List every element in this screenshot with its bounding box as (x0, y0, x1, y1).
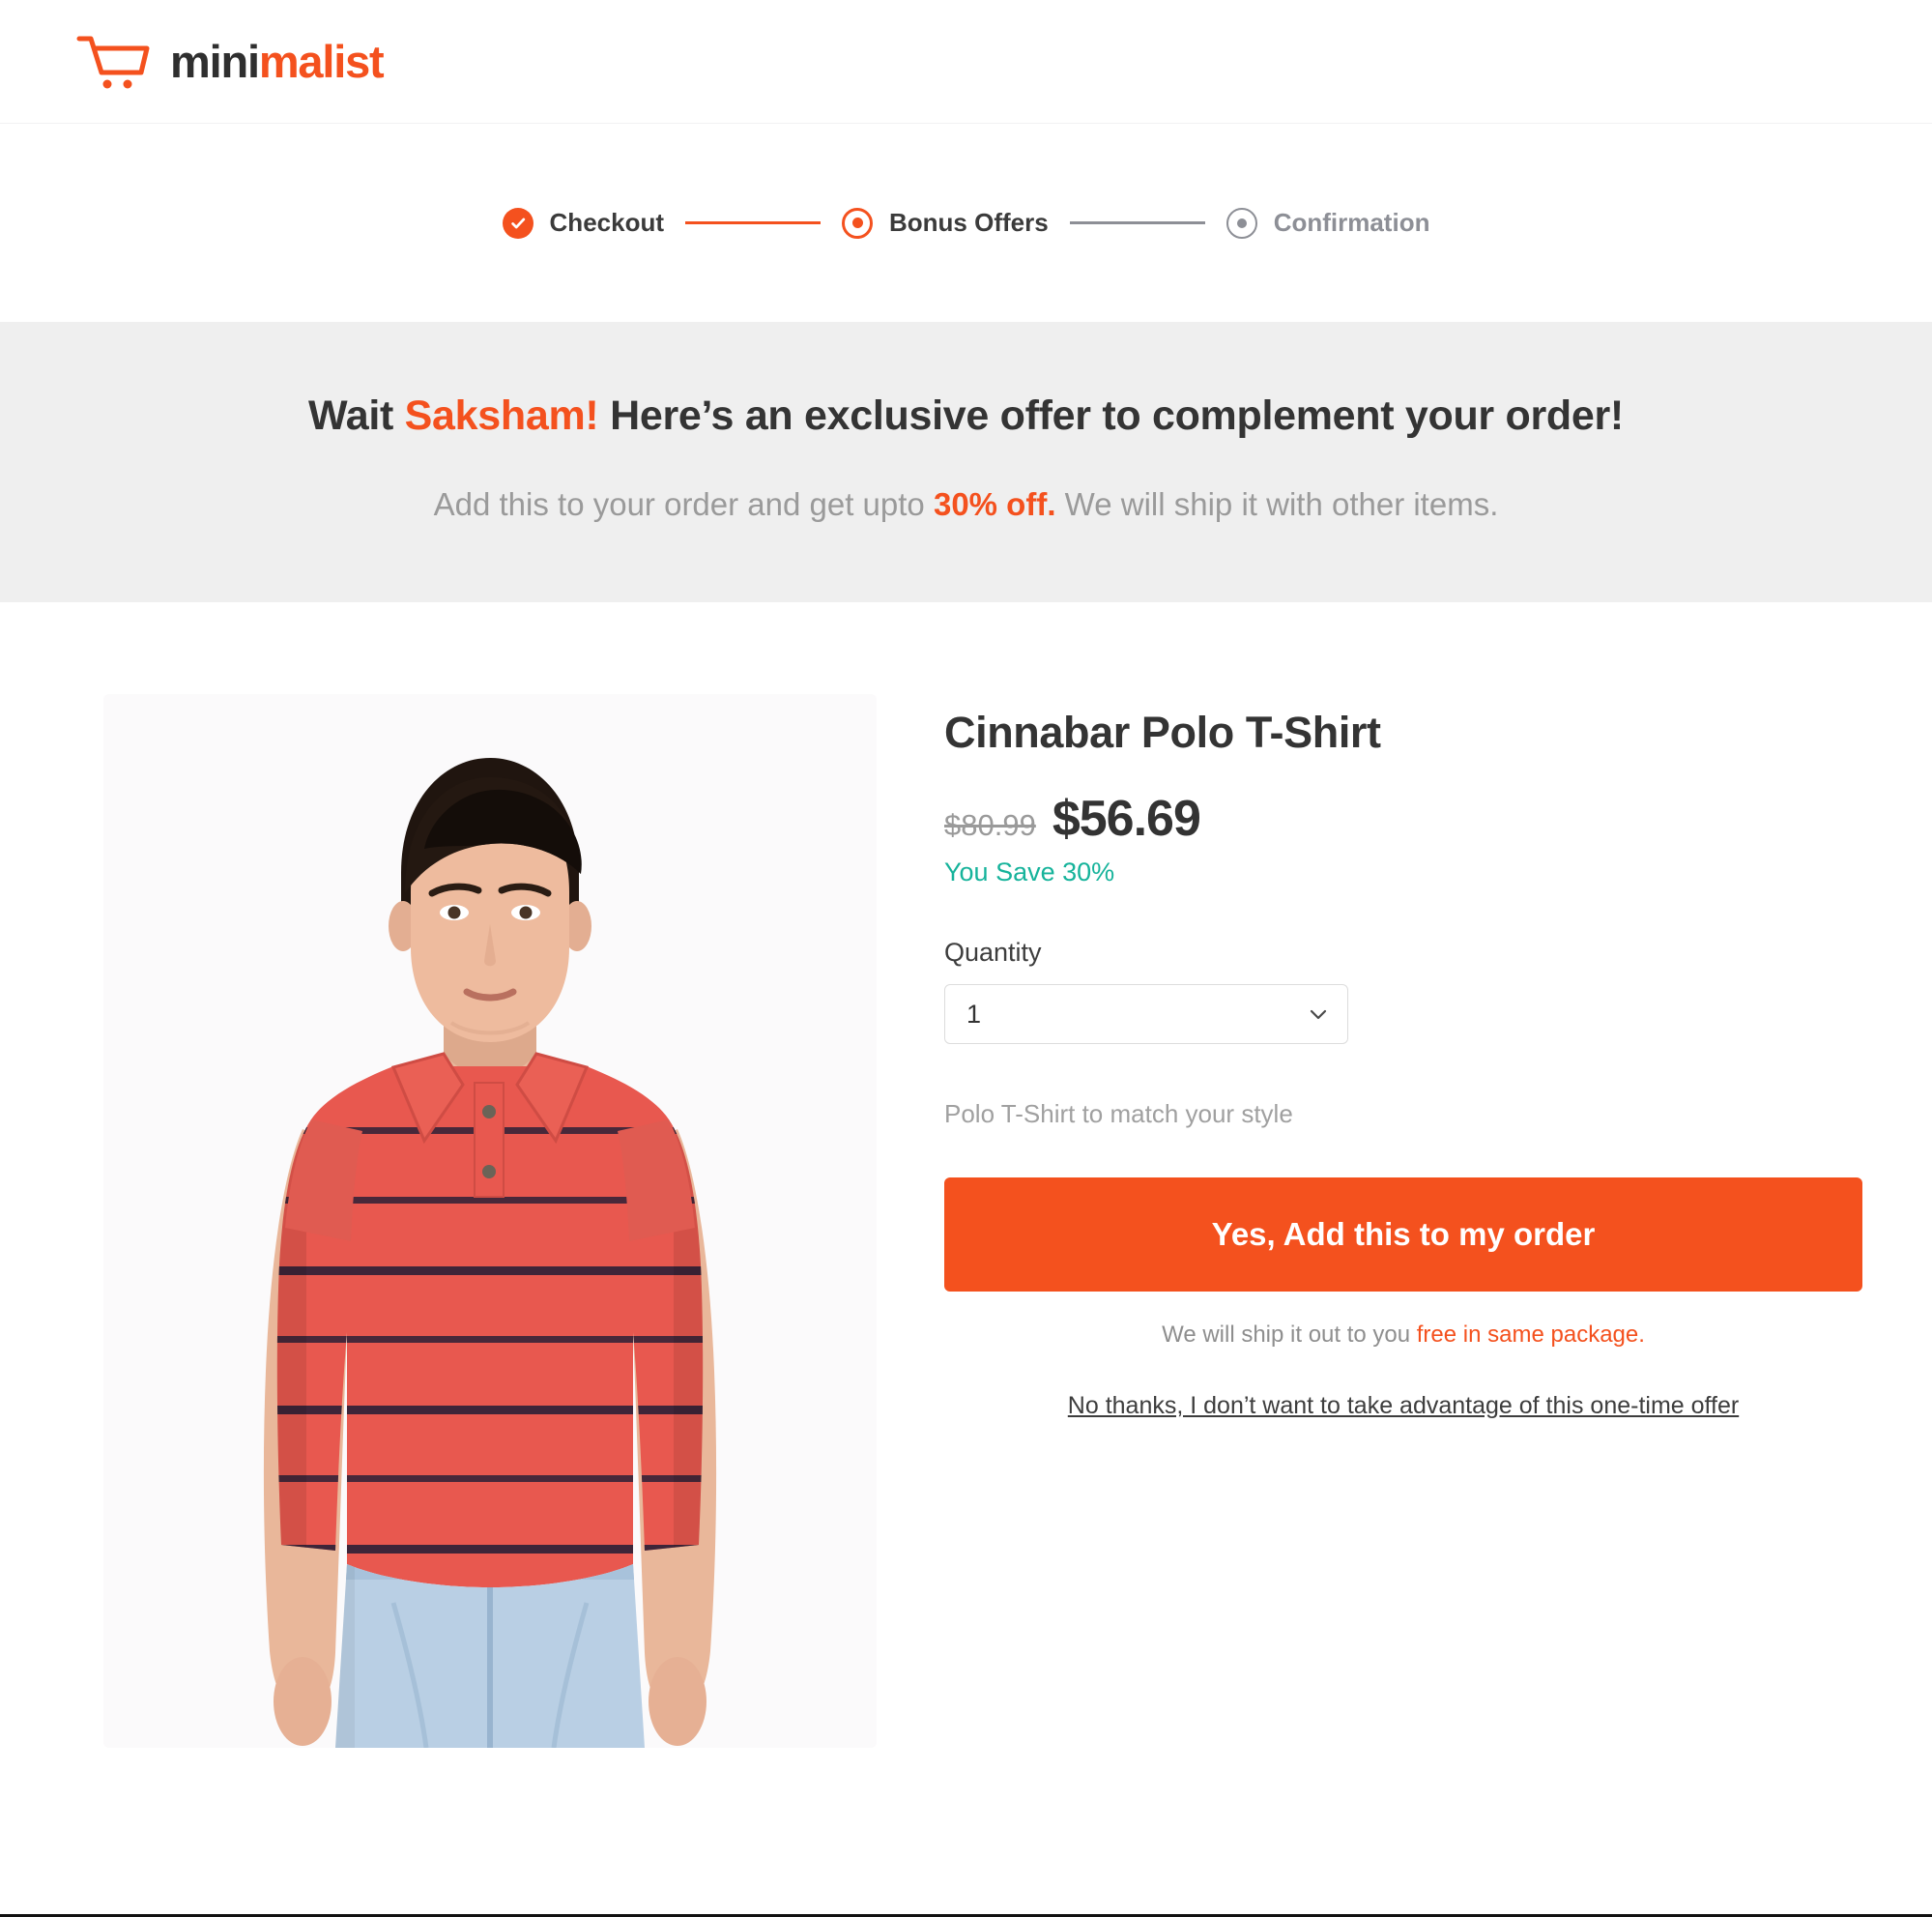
dot-icon (1226, 207, 1257, 239)
discount-highlight: 30% off. (933, 485, 1056, 522)
product-title: Cinnabar Polo T-Shirt (944, 708, 1381, 758)
brand-logo[interactable]: minimalist (75, 33, 385, 91)
upsell-page: minimalist Checkout Bonus Offers Confirm… (0, 0, 1932, 1917)
checkout-progress-section: Checkout Bonus Offers Confirmation (0, 124, 1932, 322)
accept-offer-button[interactable]: Yes, Add this to my order (944, 1176, 1862, 1292)
offer-subheadline: Add this to your order and get upto 30% … (19, 482, 1913, 527)
customer-name: Saksham! (404, 392, 599, 439)
subheadline-prefix: Add this to your order and get upto (433, 485, 934, 522)
checkout-stepper: Checkout Bonus Offers Confirmation (502, 207, 1430, 239)
product-details: Cinnabar Polo T-Shirt $80.99 $56.69 You … (944, 694, 1862, 1420)
sale-price: $56.69 (1052, 790, 1201, 847)
offer-headline: Wait Saksham! Here’s an exclusive offer … (19, 390, 1913, 444)
price-row: $80.99 $56.69 (944, 790, 1862, 848)
quantity-select[interactable]: 12345 (944, 983, 1348, 1044)
step-checkout-label: Checkout (549, 208, 664, 237)
stepper-connector-active (685, 221, 821, 224)
step-bonus-offers[interactable]: Bonus Offers (842, 207, 1049, 239)
site-header: minimalist (0, 0, 1932, 124)
savings-text: You Save 30% (944, 857, 1115, 886)
quantity-label: Quantity (944, 937, 1042, 967)
headline-suffix: Here’s an exclusive offer to complement … (598, 392, 1624, 439)
step-confirmation[interactable]: Confirmation (1226, 207, 1430, 239)
step-confirmation-label: Confirmation (1273, 208, 1430, 237)
decline-offer-link[interactable]: No thanks, I don’t want to take advantag… (944, 1392, 1862, 1420)
dot-icon (842, 207, 873, 239)
subheadline-suffix: We will ship it with other items. (1055, 485, 1499, 522)
stepper-connector-inactive (1069, 221, 1205, 224)
shopping-cart-icon (75, 33, 151, 91)
product-offer-section: Cinnabar Polo T-Shirt $80.99 $56.69 You … (0, 602, 1932, 1749)
product-image-container (103, 694, 877, 1749)
offer-banner: Wait Saksham! Here’s an exclusive offer … (0, 322, 1932, 603)
quantity-select-wrapper: 12345 (944, 983, 1348, 1044)
shipping-note: We will ship it out to you free in same … (944, 1322, 1862, 1349)
product-description: Polo T-Shirt to match your style (944, 1098, 1293, 1128)
logo-text-dark: mini (170, 36, 260, 87)
original-price: $80.99 (944, 807, 1036, 842)
step-checkout[interactable]: Checkout (502, 207, 664, 239)
step-bonus-offers-label: Bonus Offers (889, 208, 1049, 237)
logo-text-accent: malist (258, 36, 385, 87)
shipping-note-prefix: We will ship it out to you (1162, 1321, 1417, 1348)
headline-prefix: Wait (308, 392, 405, 439)
shipping-note-highlight: free in same package. (1416, 1321, 1645, 1348)
check-icon (502, 207, 533, 239)
product-photo (103, 694, 877, 1749)
brand-logo-text: minimalist (170, 36, 385, 87)
